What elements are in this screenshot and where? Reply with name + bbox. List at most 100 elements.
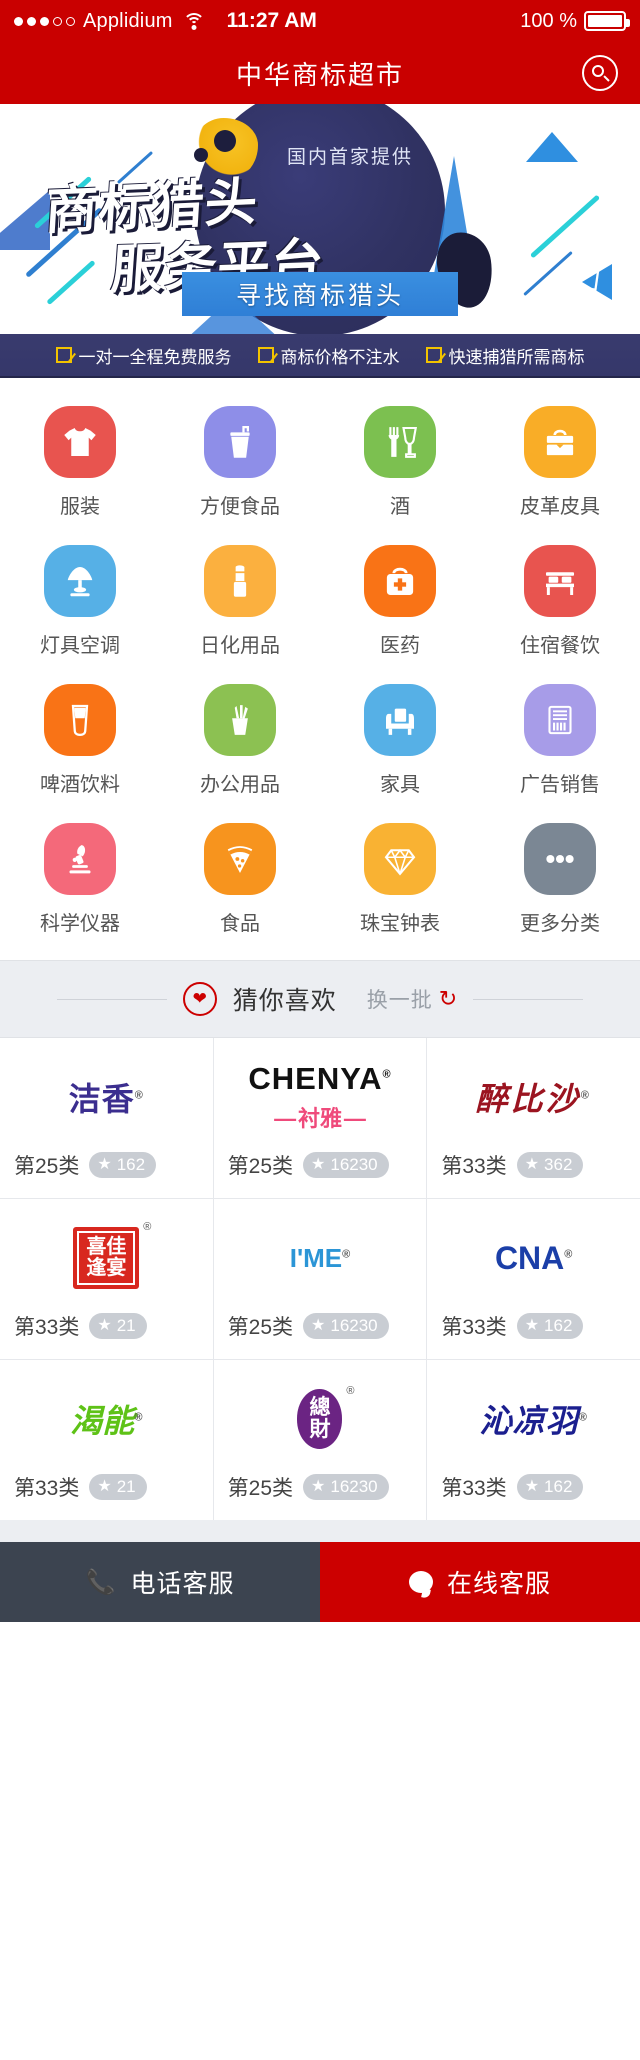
pizza-icon[interactable] [204,823,276,895]
category-item-12[interactable]: 科学仪器 [0,813,160,950]
search-icon[interactable] [582,55,618,91]
category-item-3[interactable]: 皮革皮具 [480,396,640,533]
product-meta: 第33类 ★ 21 [14,1311,199,1353]
tshirt-icon[interactable] [44,406,116,478]
category-item-8[interactable]: 啤酒饮料 [0,674,160,811]
desk-lamp-icon[interactable] [44,545,116,617]
drink-cup-icon[interactable] [204,406,276,478]
trademark-logo: 總財 ® [228,1360,413,1472]
recommend-title: 猜你喜欢 [232,987,337,1015]
diamond-icon[interactable] [364,823,436,895]
status-bar: Applidium 11:27 AM 100 % [0,0,640,42]
product-class: 第33类 [14,1316,80,1339]
category-item-2[interactable]: 酒 [320,396,480,533]
banner-cta-button[interactable]: 寻找商标猎头 [182,272,458,316]
armchair-icon[interactable] [364,684,436,756]
product-card-8[interactable]: 沁凉羽® 第33类 ★ 162 [427,1360,640,1520]
refresh-batch-button[interactable]: 换一批 ↻ [367,984,457,1014]
product-card-7[interactable]: 總財 ® 第25类 ★ 16230 [213,1360,427,1520]
category-item-4[interactable]: 灯具空调 [0,535,160,672]
bottom-spacer [0,1520,640,1542]
category-label: 服装 [60,496,100,518]
check-box-icon [425,347,442,363]
footer-button-0[interactable]: 📞 电话客服 [0,1542,320,1622]
category-item-10[interactable]: 家具 [320,674,480,811]
pen-cup-icon[interactable] [204,684,276,756]
microscope-icon-glyph [59,838,101,880]
lipstick-icon-glyph [219,560,261,602]
badge-count: 21 [116,1316,136,1335]
category-item-9[interactable]: 办公用品 [160,674,320,811]
product-card-2[interactable]: 醉比沙® 第33类 ★ 362 [427,1038,640,1198]
trademark-logo: CHENYA® — 衬雅 — [248,1061,392,1131]
category-item-14[interactable]: 珠宝钟表 [320,813,480,950]
logo-pill: 總財 [297,1388,343,1450]
feature-label: 一对一全程免费服务 [78,347,232,367]
heart-icon: ❤ [182,982,217,1016]
product-meta: 第33类 ★ 162 [441,1311,626,1353]
feature-label: 快速捕猎所需商标 [448,347,585,367]
category-item-15[interactable]: 更多分类 [480,813,640,950]
product-meta: 第25类 ★ 16230 [228,1150,413,1192]
product-card-3[interactable]: 喜佳逢宴 ® 第33类 ★ 21 [0,1199,213,1359]
status-badge: ★ 21 [89,1313,147,1339]
beer-glass-icon[interactable] [44,684,116,756]
category-item-5[interactable]: 日化用品 [160,535,320,672]
category-item-0[interactable]: 服装 [0,396,160,533]
fork-wine-icon[interactable] [364,406,436,478]
wifi-icon [182,12,205,30]
category-item-6[interactable]: 医药 [320,535,480,672]
product-class: 第25类 [227,1155,294,1178]
badge-count: 16230 [330,1155,378,1174]
promo-banner[interactable]: 国内首家提供 「 商标猎头 服务平台 」 寻找商标猎头 [0,104,640,334]
trademark-logo: 渴能® [70,1403,143,1439]
status-badge: ★ 16230 [303,1152,389,1178]
category-item-1[interactable]: 方便食品 [160,396,320,533]
category-item-11[interactable]: 广告销售 [480,674,640,811]
badge-count: 16230 [330,1316,378,1335]
category-grid: 服装 方便食品 酒 皮革皮具灯具空调 日化用品 医药 住宿餐饮啤酒饮料 办公用品 家具 广告销售科… [0,378,640,960]
trademark-logo: 洁香® [68,1081,144,1117]
footer-button-1[interactable]: 在线客服 [320,1542,640,1622]
badge-count: 162 [116,1155,146,1174]
product-card-4[interactable]: I'ME® 第25类 ★ 16230 [213,1199,427,1359]
category-label: 皮革皮具 [520,496,600,518]
product-grid: 洁香® 第25类 ★ 162 CHENYA® — 衬雅 — 第25类 ★ 16230 醉比沙® 第3… [0,1038,640,1520]
trademark-logo: I'ME® [289,1242,351,1273]
product-card-0[interactable]: 洁香® 第25类 ★ 162 [0,1038,213,1198]
battery-icon [584,11,630,31]
product-card-5[interactable]: CNA® 第33类 ★ 162 [427,1199,640,1359]
status-badge: ★ 16230 [303,1313,389,1339]
briefcase-icon[interactable] [524,406,596,478]
category-item-13[interactable]: 食品 [160,813,320,950]
medical-kit-icon[interactable] [364,545,436,617]
drink-cup-icon-glyph [219,421,261,463]
category-label: 啤酒饮料 [40,774,120,796]
badge-count: 362 [544,1155,573,1174]
star-icon: ★ [97,1156,112,1173]
category-label: 日化用品 [200,635,280,657]
trademark-logo: 沁凉羽® [479,1403,588,1439]
category-label: 灯具空调 [40,635,120,657]
product-meta: 第25类 ★ 16230 [228,1311,413,1353]
product-card-6[interactable]: 渴能® 第33类 ★ 21 [0,1360,213,1520]
product-card-1[interactable]: CHENYA® — 衬雅 — 第25类 ★ 16230 [213,1038,427,1198]
beer-glass-icon-glyph [59,699,101,741]
status-badge: ★ 162 [516,1313,584,1339]
pen-cup-icon-glyph [219,699,261,741]
desk-lamp-icon-glyph [59,560,101,602]
category-item-7[interactable]: 住宿餐饮 [480,535,640,672]
product-class: 第25类 [14,1155,80,1178]
check-box-icon [257,347,274,363]
bed-icon[interactable] [524,545,596,617]
feature-label: 商标价格不注水 [280,347,400,367]
newspaper-icon[interactable] [524,684,596,756]
chat-bubble-icon [408,1571,433,1593]
signal-strength-icon [14,16,75,26]
category-label: 家具 [380,774,420,796]
ellipsis-icon[interactable] [524,823,596,895]
microscope-icon[interactable] [44,823,116,895]
logo-seal: 喜佳逢宴 [73,1227,140,1289]
category-label: 更多分类 [520,913,600,935]
lipstick-icon[interactable] [204,545,276,617]
